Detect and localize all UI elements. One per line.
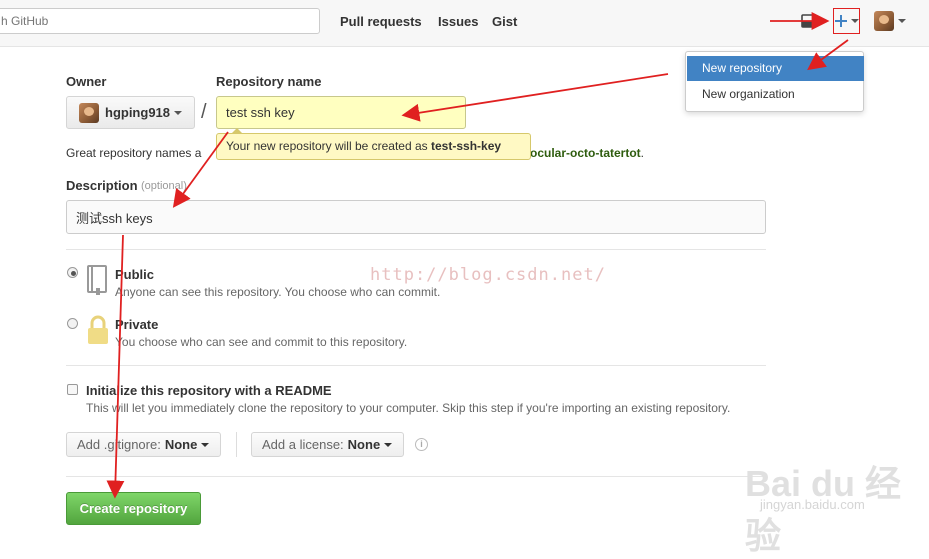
lock-icon [86, 314, 110, 351]
create-repository-button[interactable]: Create repository [66, 492, 201, 525]
user-menu-button[interactable] [872, 8, 908, 34]
chevron-down-icon [174, 110, 183, 115]
menu-item-new-organization[interactable]: New organization [687, 82, 864, 107]
search-input[interactable] [0, 8, 320, 34]
readme-checkbox[interactable] [67, 384, 78, 395]
description-label: Description [66, 178, 138, 193]
private-title: Private [115, 317, 159, 332]
repository-name-label: Repository name [216, 74, 322, 89]
divider [66, 249, 766, 250]
private-radio[interactable] [67, 318, 78, 329]
divider [236, 432, 237, 457]
divider [66, 476, 766, 477]
nav-gist[interactable]: Gist [492, 14, 517, 29]
readme-description: This will let you immediately clone the … [86, 401, 731, 415]
nav-issues[interactable]: Issues [438, 14, 478, 29]
repository-name-input[interactable] [216, 96, 466, 129]
divider [66, 365, 766, 366]
nav-pull-requests[interactable]: Pull requests [340, 14, 422, 29]
avatar [79, 102, 99, 123]
owner-repo-separator: / [201, 101, 207, 123]
repo-name-tooltip: Your new repository will be created as t… [216, 128, 531, 160]
public-description: Anyone can see this repository. You choo… [115, 285, 441, 299]
help-text: Great repository names a [66, 146, 202, 160]
create-new-button[interactable] [833, 8, 860, 34]
csdn-watermark: http://blog.csdn.net/ [370, 265, 606, 285]
chevron-down-icon [850, 19, 859, 23]
public-title: Public [115, 267, 155, 282]
readme-title: Initialize this repository with a README [86, 383, 332, 398]
avatar [874, 11, 894, 31]
plus-icon [834, 15, 847, 27]
notifications-icon[interactable] [800, 8, 818, 34]
public-radio[interactable] [67, 267, 78, 278]
create-dropdown-menu: New repository New organization [685, 51, 864, 112]
info-icon[interactable]: i [415, 438, 428, 451]
description-input[interactable] [66, 200, 766, 234]
book-icon [86, 264, 110, 301]
gitignore-select[interactable]: Add .gitignore: None [66, 432, 221, 457]
baidu-watermark-url: jingyan.baidu.com [760, 497, 865, 512]
license-select[interactable]: Add a license: None [251, 432, 404, 457]
chevron-down-icon [384, 442, 393, 447]
menu-item-new-repository[interactable]: New repository [687, 56, 864, 81]
owner-select[interactable]: hgping918 [66, 96, 195, 129]
optional-hint: (optional) [141, 180, 187, 192]
chevron-down-icon [201, 442, 210, 447]
owner-value: hgping918 [105, 105, 171, 120]
chevron-down-icon [898, 19, 906, 23]
owner-label: Owner [66, 74, 107, 89]
suggested-name[interactable]: ocular-octo-tatertot. [530, 146, 644, 160]
private-description: You choose who can see and commit to thi… [115, 335, 408, 349]
